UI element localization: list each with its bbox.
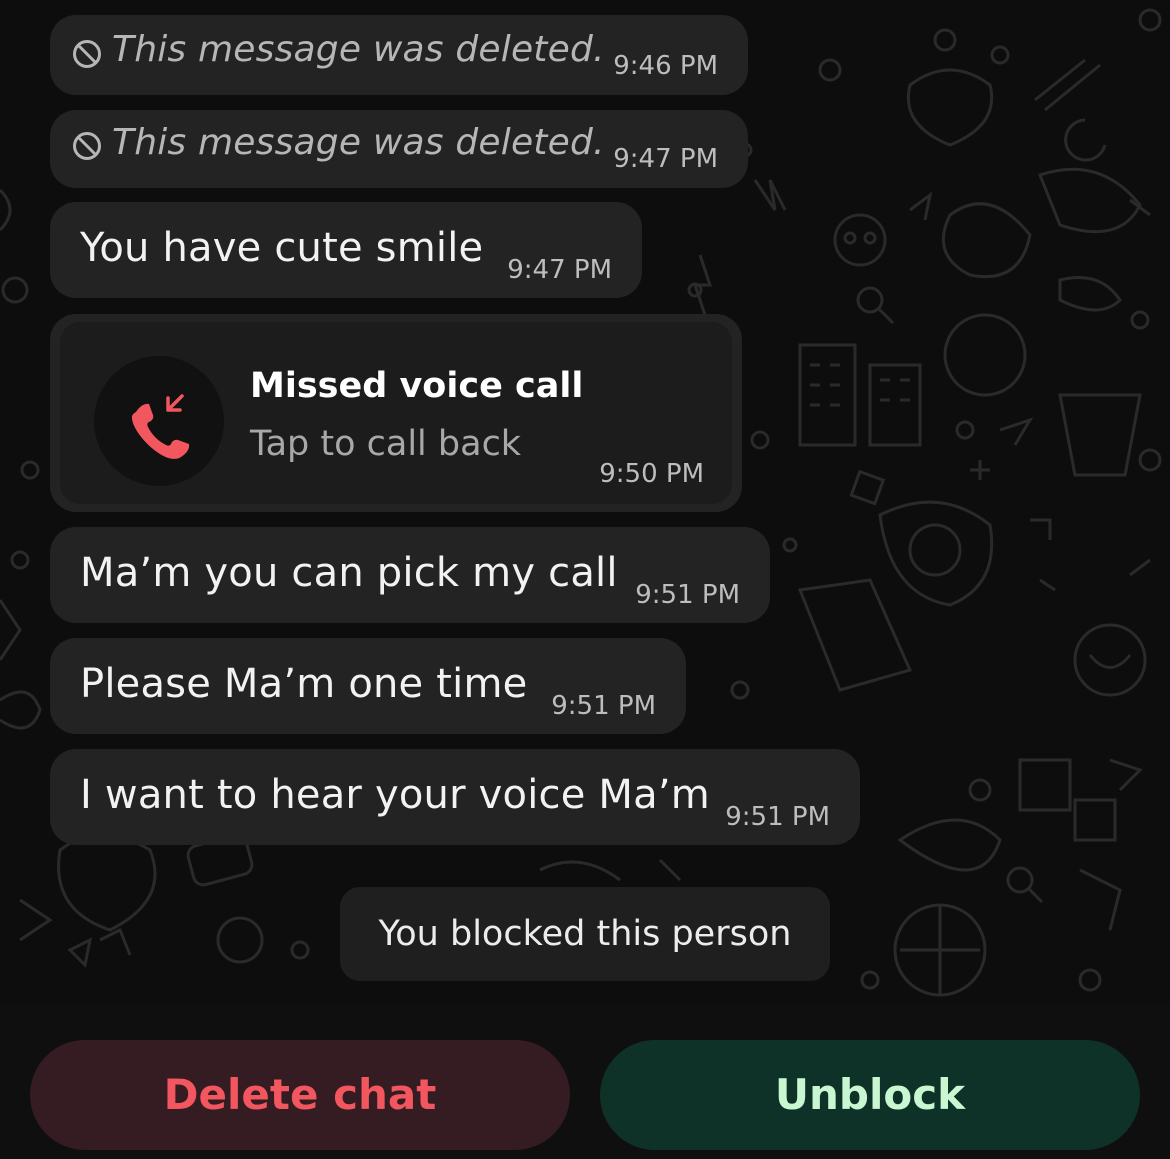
message-text: Ma’m you can pick my call bbox=[80, 550, 618, 596]
message-time: 9:51 PM bbox=[551, 691, 656, 721]
delete-chat-button[interactable]: Delete chat bbox=[30, 1040, 570, 1150]
message-time: 9:47 PM bbox=[613, 144, 718, 174]
ban-icon bbox=[73, 132, 101, 160]
ban-icon bbox=[73, 40, 101, 68]
message-text: Please Ma’m one time bbox=[80, 661, 528, 707]
chat-area[interactable]: This message was deleted. 9:46 PM This m… bbox=[0, 0, 1170, 1004]
message-text: You have cute smile bbox=[80, 225, 484, 271]
message-text: This message was deleted. bbox=[112, 29, 605, 70]
message-time: 9:51 PM bbox=[725, 802, 830, 832]
message-time: 9:47 PM bbox=[507, 255, 612, 285]
message-bubble[interactable]: Please Ma’m one time 9:51 PM bbox=[50, 638, 686, 734]
message-time: 9:50 PM bbox=[599, 459, 704, 489]
missed-call-bubble[interactable]: Missed voice call Tap to call back 9:50 … bbox=[50, 314, 742, 512]
unblock-button[interactable]: Unblock bbox=[600, 1040, 1140, 1150]
missed-call-card[interactable]: Missed voice call Tap to call back 9:50 … bbox=[60, 322, 732, 504]
message-time: 9:46 PM bbox=[613, 51, 718, 81]
deleted-message-bubble[interactable]: This message was deleted. 9:47 PM bbox=[50, 110, 748, 188]
message-bubble[interactable]: I want to hear your voice Ma’m 9:51 PM bbox=[50, 749, 860, 845]
call-icon-circle bbox=[94, 356, 224, 486]
missed-call-icon bbox=[131, 394, 190, 459]
bottom-action-bar: Delete chat Unblock bbox=[0, 1004, 1170, 1159]
blocked-notice: You blocked this person bbox=[340, 887, 830, 981]
message-text: This message was deleted. bbox=[112, 122, 605, 163]
message-bubble[interactable]: You have cute smile 9:47 PM bbox=[50, 202, 642, 298]
message-text: I want to hear your voice Ma’m bbox=[80, 772, 710, 818]
message-time: 9:51 PM bbox=[635, 580, 740, 610]
deleted-message-bubble[interactable]: This message was deleted. 9:46 PM bbox=[50, 15, 748, 95]
call-back-label[interactable]: Tap to call back bbox=[250, 424, 521, 464]
message-bubble[interactable]: Ma’m you can pick my call 9:51 PM bbox=[50, 527, 770, 623]
call-title: Missed voice call bbox=[250, 366, 584, 406]
